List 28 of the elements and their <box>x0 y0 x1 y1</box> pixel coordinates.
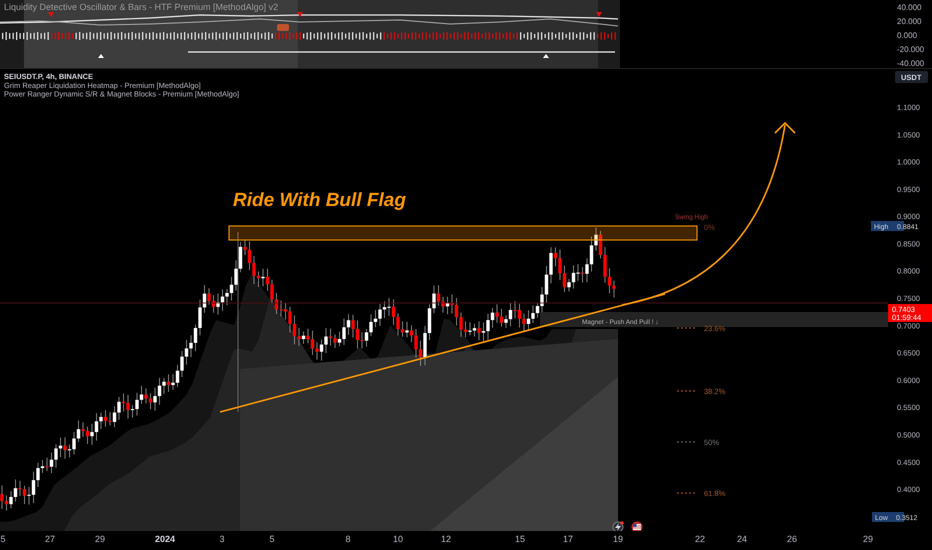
fib-level-line <box>676 390 698 392</box>
time-axis-label: 19 <box>613 534 623 544</box>
time-axis-label: 29 <box>863 534 873 544</box>
time-axis-label: 12 <box>441 534 451 544</box>
last-price-badge <box>888 304 932 322</box>
annotation-text: Ride With Bull Flag <box>233 190 406 211</box>
time-axis-label: 10 <box>393 534 403 544</box>
oscillator-axis-label: 0.000 <box>897 31 918 40</box>
time-axis-label: 29 <box>95 534 105 544</box>
oscillator-axis-label: -20.000 <box>897 45 924 54</box>
time-axis-label: 22 <box>695 534 705 544</box>
time-axis-label: 15 <box>515 534 525 544</box>
time-axis-label: 27 <box>45 534 55 544</box>
oscillator-axis-label: 40.000 <box>897 3 922 12</box>
lightning-icon[interactable] <box>612 521 624 531</box>
indicator-title: Liquidity Detective Oscillator & Bars - HTF Premium [MethodAlgo] v2 <box>4 2 278 12</box>
time-axis-label: 8 <box>346 534 350 544</box>
time-axis-label: 17 <box>563 534 573 544</box>
flag-icon[interactable] <box>632 522 642 531</box>
oscillator-axis-label: -40.000 <box>897 59 924 68</box>
time-axis-label: 26 <box>787 534 797 544</box>
fib-level-line <box>676 492 698 494</box>
time-axis-label: 5 <box>0 534 6 544</box>
time-axis-label: 3 <box>220 534 224 544</box>
time-axis-label: 2024 <box>154 534 176 544</box>
oscillator-axis-label: 20.000 <box>897 17 922 26</box>
time-axis-label: 5 <box>270 534 274 544</box>
time-axis-label: 24 <box>737 534 747 544</box>
